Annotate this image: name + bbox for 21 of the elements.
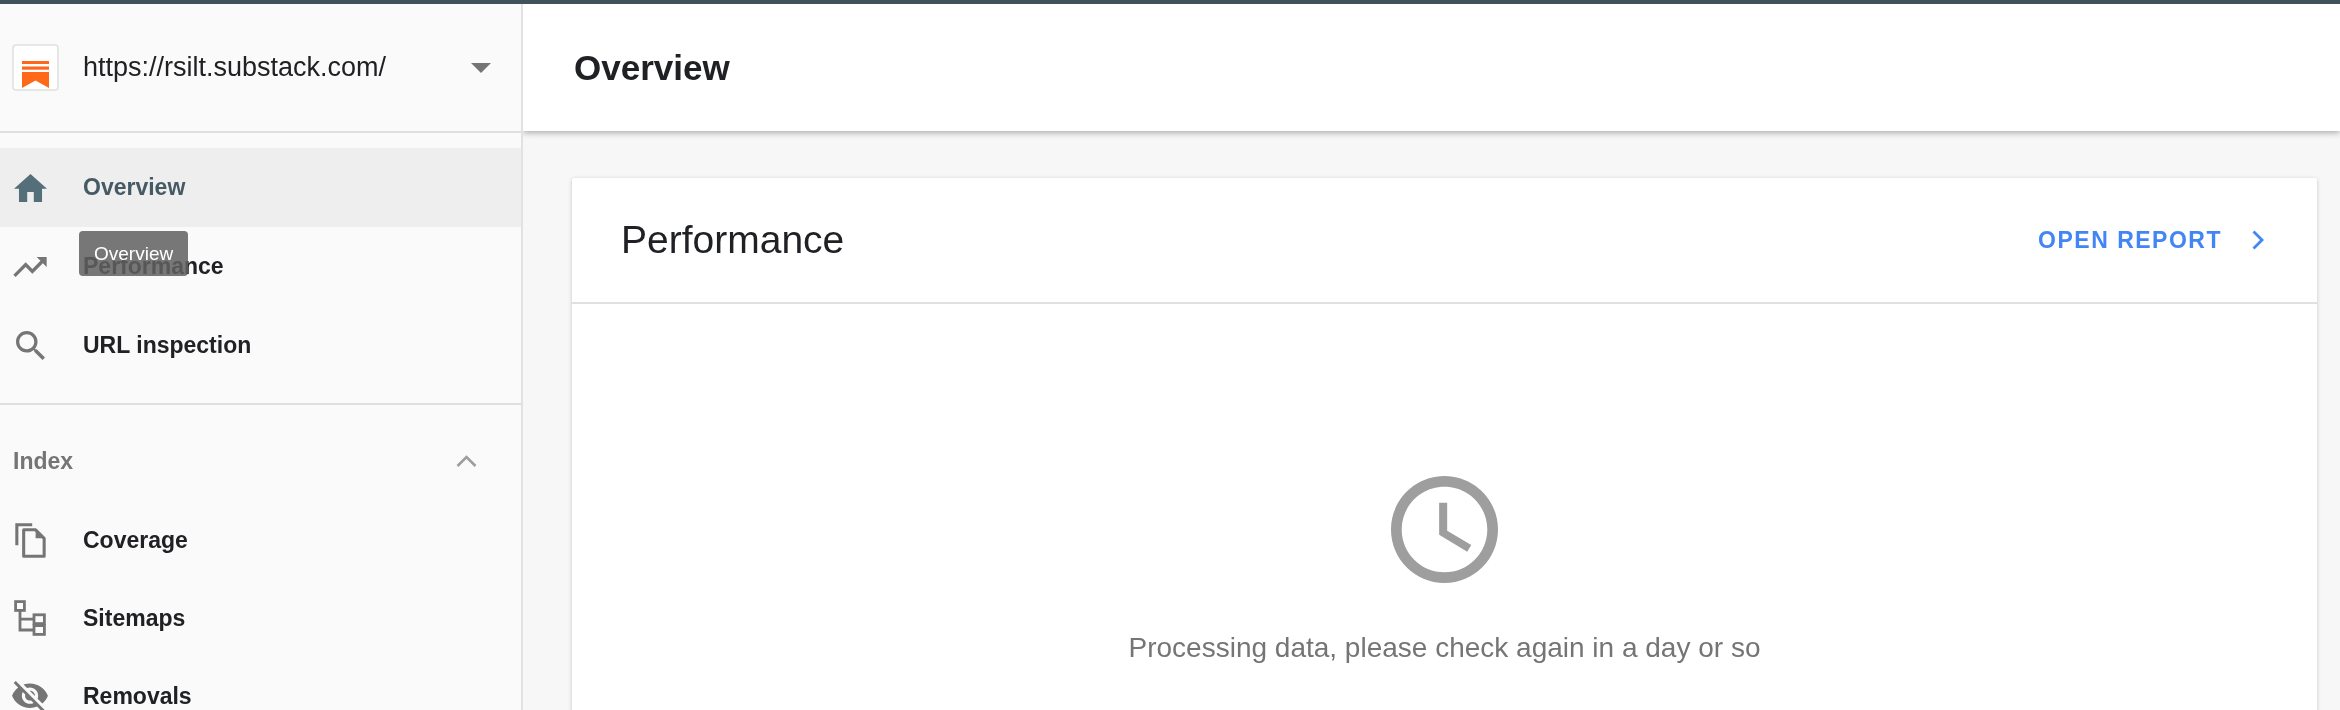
- nav-item[interactable]: Overview: [0, 148, 521, 227]
- nav-item[interactable]: Removals: [0, 657, 521, 710]
- nav-item[interactable]: Sitemaps: [0, 579, 521, 657]
- eye-slash-icon: [12, 680, 48, 710]
- bookmark-logo-icon: [12, 44, 59, 91]
- home-icon: [13, 173, 47, 202]
- nav-item[interactable]: URL inspection: [0, 306, 521, 385]
- open-report-link[interactable]: OPEN REPORT: [2038, 220, 2264, 260]
- nav-item[interactable]: Coverage: [0, 501, 521, 579]
- status-message: Processing data, please check again in a day or so: [1128, 631, 1761, 665]
- page-title: Overview: [574, 47, 730, 88]
- section-header[interactable]: Index: [0, 405, 521, 501]
- clock-icon: [1391, 476, 1498, 583]
- search-icon: [15, 331, 45, 360]
- tree-diagram-icon: [14, 600, 46, 636]
- documents-icon: [14, 522, 46, 558]
- chevron-right-icon: [2252, 230, 2264, 250]
- property-selector[interactable]: https://rsilt.substack.com/: [83, 43, 491, 92]
- card-title: Performance: [621, 218, 845, 262]
- trending-up-icon: [13, 256, 47, 277]
- dropdown-caret-icon: [471, 62, 491, 73]
